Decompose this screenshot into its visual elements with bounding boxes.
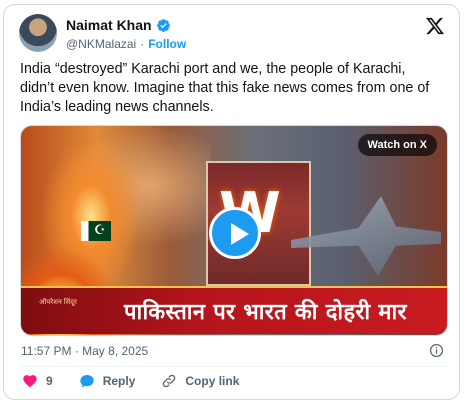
banner-headline: पाकिस्तान पर भारत की दोहरी मार — [124, 300, 407, 325]
play-icon[interactable] — [209, 207, 261, 259]
like-button[interactable]: 9 — [22, 373, 53, 389]
verified-badge-icon — [156, 18, 170, 32]
avatar[interactable] — [19, 14, 57, 52]
copy-link-button[interactable]: Copy link — [161, 373, 239, 389]
tweet-text: India “destroyed” Karachi port and we, t… — [20, 61, 430, 115]
info-icon[interactable] — [429, 343, 444, 358]
reply-icon — [80, 375, 94, 388]
divider — [20, 366, 448, 367]
author-handle[interactable]: @NKMalazai — [66, 37, 136, 51]
video-thumbnail[interactable]: W Watch on X ऑपरेशन सिंदूर पाकिस्तान पर … — [20, 125, 448, 336]
like-count: 9 — [46, 374, 53, 388]
link-icon — [163, 374, 176, 388]
x-logo-icon[interactable] — [425, 16, 445, 36]
author-name[interactable]: Naimat Khan — [66, 17, 152, 33]
follow-button[interactable]: Follow — [148, 37, 186, 51]
tweet-card[interactable]: Naimat Khan @NKMalazai · Follow India “d… — [3, 4, 460, 400]
pakistan-flag-graphic — [81, 221, 111, 241]
action-bar: 9 Reply Copy link — [22, 373, 239, 389]
heart-icon — [23, 375, 37, 388]
reply-button[interactable]: Reply — [79, 373, 136, 389]
fighter-jet-graphic — [291, 196, 441, 276]
reply-label: Reply — [102, 374, 136, 388]
watch-on-x-button[interactable]: Watch on X — [357, 134, 437, 156]
author-name-row: Naimat Khan — [66, 17, 171, 33]
news-banner: ऑपरेशन सिंदूर पाकिस्तान पर भारत की दोहरी… — [21, 286, 447, 334]
author-handle-row: @NKMalazai · Follow — [66, 37, 186, 51]
separator-dot: · — [140, 37, 145, 51]
tweet-timestamp[interactable]: 11:57 PM · May 8, 2025 — [21, 344, 148, 358]
banner-logo: ऑपरेशन सिंदूर — [39, 299, 77, 306]
copy-link-label: Copy link — [185, 374, 240, 388]
